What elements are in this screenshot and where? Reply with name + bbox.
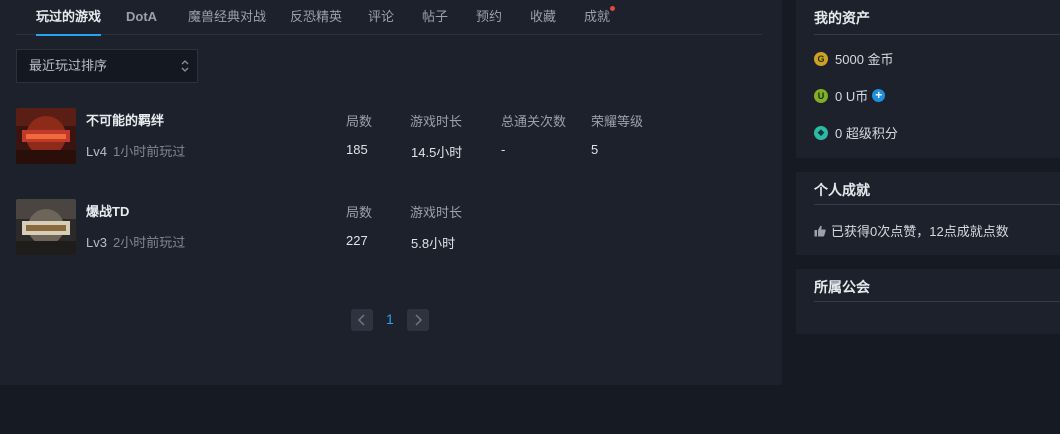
page-number-current[interactable]: 1 [386,311,394,327]
sort-select-value: 最近玩过排序 [29,58,108,73]
stat-value: 185 [346,142,368,157]
chevron-right-icon [415,314,423,326]
assets-panel: 我的资产 G 5000 金币 U 0 U币 + ◆ 0 超级积分 [796,0,1060,158]
stat-value: 227 [346,233,368,248]
stat-label: 局数 [346,205,373,220]
game-last-played: 2小时前玩过 [112,235,186,250]
game-level: Lv4 [86,144,107,159]
stat-value: - [501,142,506,157]
achievements-title: 个人成就 [814,182,870,198]
game-name[interactable]: 爆战TD [86,201,129,220]
divider [814,204,1060,205]
stat-value: 5.8小时 [411,236,456,251]
gold-row: G 5000 金币 [814,49,894,68]
divider [814,34,1060,35]
sort-arrows-icon [181,60,189,72]
achievement-summary-row: 已获得0次点赞，12点成就点数 [814,221,1009,240]
main-content: 玩过的游戏 DotA 魔兽经典对战 反恐精英 评论 帖子 预约 收藏 成就 最近… [0,0,782,385]
tab-counter-strike[interactable]: 反恐精英 [290,0,342,35]
achievement-summary: 已获得0次点赞，12点成就点数 [831,224,1009,239]
assets-title: 我的资产 [814,10,870,26]
tab-favorites[interactable]: 收藏 [530,0,556,35]
guild-panel: 所属公会 [796,269,1060,334]
u-coin-icon: U [814,88,828,103]
gold-balance: 5000 金币 [835,52,894,67]
points-coin-icon: ◆ [814,125,828,140]
stat-value: 14.5小时 [411,145,463,160]
ucoin-row: U 0 U币 + [814,86,886,105]
tab-reservations[interactable]: 预约 [476,0,502,35]
ucoin-balance: 0 U币 [835,89,869,104]
tab-played-games[interactable]: 玩过的游戏 [36,0,102,36]
points-balance: 0 超级积分 [835,126,898,141]
achievements-panel: 个人成就 已获得0次点赞，12点成就点数 [796,172,1060,255]
stat-label: 总通关次数 [501,114,567,129]
stat-label: 局数 [346,114,373,129]
tab-comments[interactable]: 评论 [368,0,394,35]
game-meta: Lv4 1小时前玩过 [86,141,185,160]
chevron-left-icon [357,314,365,326]
tab-posts[interactable]: 帖子 [422,0,448,35]
stat-value: 5 [591,142,599,157]
game-row: 爆战TD Lv3 2小时前玩过 局数 227 游戏时长 5.8小时 [16,199,716,257]
tab-achievements[interactable]: 成就 [584,0,616,35]
game-meta: Lv3 2小时前玩过 [86,232,185,251]
sort-select[interactable]: 最近玩过排序 [16,49,198,83]
game-last-played: 1小时前玩过 [112,144,186,159]
game-row: 不可能的羁绊 Lv4 1小时前玩过 局数 185 游戏时长 14.5小时 总通关次… [16,108,716,166]
stat-label: 游戏时长 [410,114,463,129]
tab-warcraft-classic[interactable]: 魔兽经典对战 [188,0,266,35]
stat-label: 荣耀等级 [591,114,644,129]
notification-dot [610,6,616,11]
game-thumbnail[interactable] [16,108,76,164]
guild-title: 所属公会 [814,279,870,295]
game-name[interactable]: 不可能的羁绊 [86,110,164,129]
game-cover-image [16,199,76,255]
tab-dota[interactable]: DotA [126,0,157,35]
tab-achievements-label: 成就 [584,9,611,24]
thumbs-up-icon [814,225,826,236]
game-cover-image [16,108,76,164]
game-thumbnail[interactable] [16,199,76,255]
prev-page-button[interactable] [351,309,373,331]
next-page-button[interactable] [407,309,429,331]
stat-label: 游戏时长 [410,205,463,220]
divider [814,301,1060,302]
gold-coin-icon: G [814,51,828,66]
tab-bar: 玩过的游戏 DotA 魔兽经典对战 反恐精英 评论 帖子 预约 收藏 成就 [16,0,762,36]
add-ucoin-button[interactable]: + [872,89,886,102]
pagination: 1 [351,309,431,331]
game-level: Lv3 [86,235,107,250]
points-row: ◆ 0 超级积分 [814,123,898,142]
